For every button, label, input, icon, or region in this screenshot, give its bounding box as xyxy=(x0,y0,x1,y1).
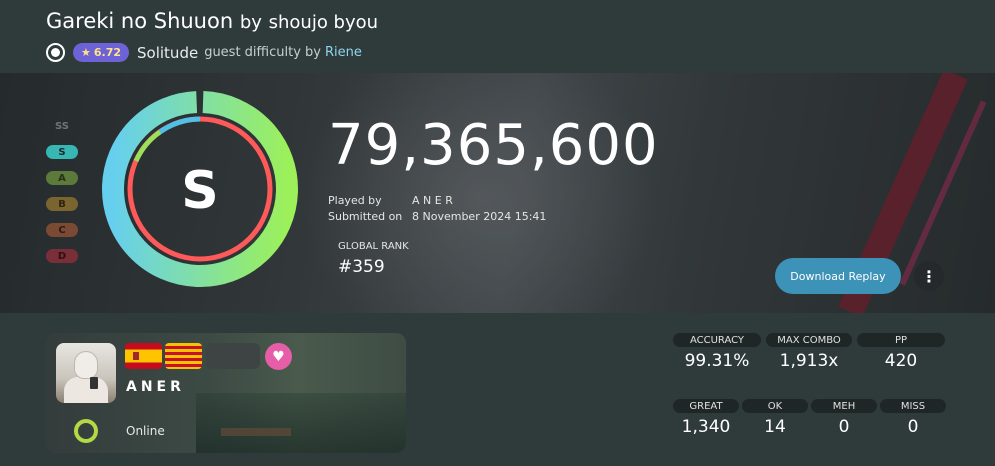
stat-value: 99.31% xyxy=(684,351,750,371)
stat-label: OK xyxy=(742,399,808,413)
player-card[interactable]: ♥ ANER Online xyxy=(46,333,406,453)
catalonia-flag-icon[interactable] xyxy=(165,343,202,369)
osu-mode-icon xyxy=(46,43,65,62)
grade-list: SS S A B C D xyxy=(46,119,78,275)
stat-value: 1,340 xyxy=(681,417,731,437)
guest-difficulty-label: guest difficulty by xyxy=(204,45,321,60)
grade-d: D xyxy=(46,249,78,263)
stat-miss: MISS 0 xyxy=(880,399,946,437)
rank-letter: S xyxy=(181,161,219,221)
score-banner: SS S A B C D S 79,365,600 Played by A N … xyxy=(0,73,995,313)
stat-label: MEH xyxy=(811,399,877,413)
artist-by-label: by xyxy=(239,12,262,33)
grade-b: B xyxy=(46,197,78,211)
heart-icon[interactable]: ♥ xyxy=(265,343,292,370)
global-rank-value: #359 xyxy=(338,257,385,277)
beatmap-artist[interactable]: shoujo byou xyxy=(269,12,378,33)
difficulty-name: Solitude xyxy=(137,43,199,62)
online-status-icon xyxy=(74,419,98,443)
stat-label: MAX COMBO xyxy=(766,333,852,347)
spain-flag-icon[interactable] xyxy=(125,343,162,369)
online-status: Online xyxy=(126,424,165,438)
score-details: ♥ ANER Online ACCURACY 99.31% MAX COMBO … xyxy=(0,313,995,466)
grade-ss: SS xyxy=(55,120,69,132)
beatmap-header: Gareki no Shuuon by shoujo byou ★ 6.72 So… xyxy=(0,0,995,73)
stat-value: 0 xyxy=(838,417,850,437)
stat-label: ACCURACY xyxy=(673,333,761,347)
player-name[interactable]: ANER xyxy=(126,379,185,395)
more-vertical-icon[interactable]: ⋮ xyxy=(914,261,944,291)
stat-value: 14 xyxy=(764,417,786,437)
stat-ok: OK 14 xyxy=(742,399,808,437)
stat-label: MISS xyxy=(880,399,946,413)
stat-label: PP xyxy=(857,333,945,347)
avatar[interactable] xyxy=(56,343,116,403)
grade-c: C xyxy=(46,223,78,237)
mapper-link[interactable]: Riene xyxy=(325,45,362,60)
stat-value: 1,913x xyxy=(779,351,839,371)
stat-meh: MEH 0 xyxy=(811,399,877,437)
star-rating-value: 6.72 xyxy=(93,46,122,59)
team-slot xyxy=(206,343,260,369)
global-rank-label: GLOBAL RANK xyxy=(338,241,409,252)
played-by-label: Played by xyxy=(328,194,382,207)
submitted-label: Submitted on xyxy=(328,210,403,223)
score-meta: Played by A N E R Submitted on 8 Novembe… xyxy=(328,194,546,226)
stat-accuracy: ACCURACY 99.31% xyxy=(673,333,761,371)
stat-label: GREAT xyxy=(673,399,739,413)
stat-value: 0 xyxy=(907,417,919,437)
stat-pp: PP 420 xyxy=(857,333,945,371)
grade-a: A xyxy=(46,171,78,185)
beatmap-title-line: Gareki no Shuuon by shoujo byou xyxy=(46,9,378,33)
beatmap-title[interactable]: Gareki no Shuuon xyxy=(46,9,233,33)
played-by-name[interactable]: A N E R xyxy=(412,194,453,210)
total-score: 79,365,600 xyxy=(328,113,659,178)
star-icon: ★ xyxy=(81,46,91,59)
score-page: Gareki no Shuuon by shoujo byou ★ 6.72 So… xyxy=(0,0,995,466)
stat-great: GREAT 1,340 xyxy=(673,399,739,437)
stat-max-combo: MAX COMBO 1,913x xyxy=(766,333,852,371)
stat-value: 420 xyxy=(884,351,918,371)
submitted-date: 8 November 2024 15:41 xyxy=(412,210,547,223)
beatmap-subline: ★ 6.72 Solitude guest difficulty by Riene xyxy=(46,43,362,62)
download-replay-button[interactable]: Download Replay xyxy=(775,258,901,294)
star-rating-badge: ★ 6.72 xyxy=(73,43,130,62)
grade-s: S xyxy=(46,145,78,159)
